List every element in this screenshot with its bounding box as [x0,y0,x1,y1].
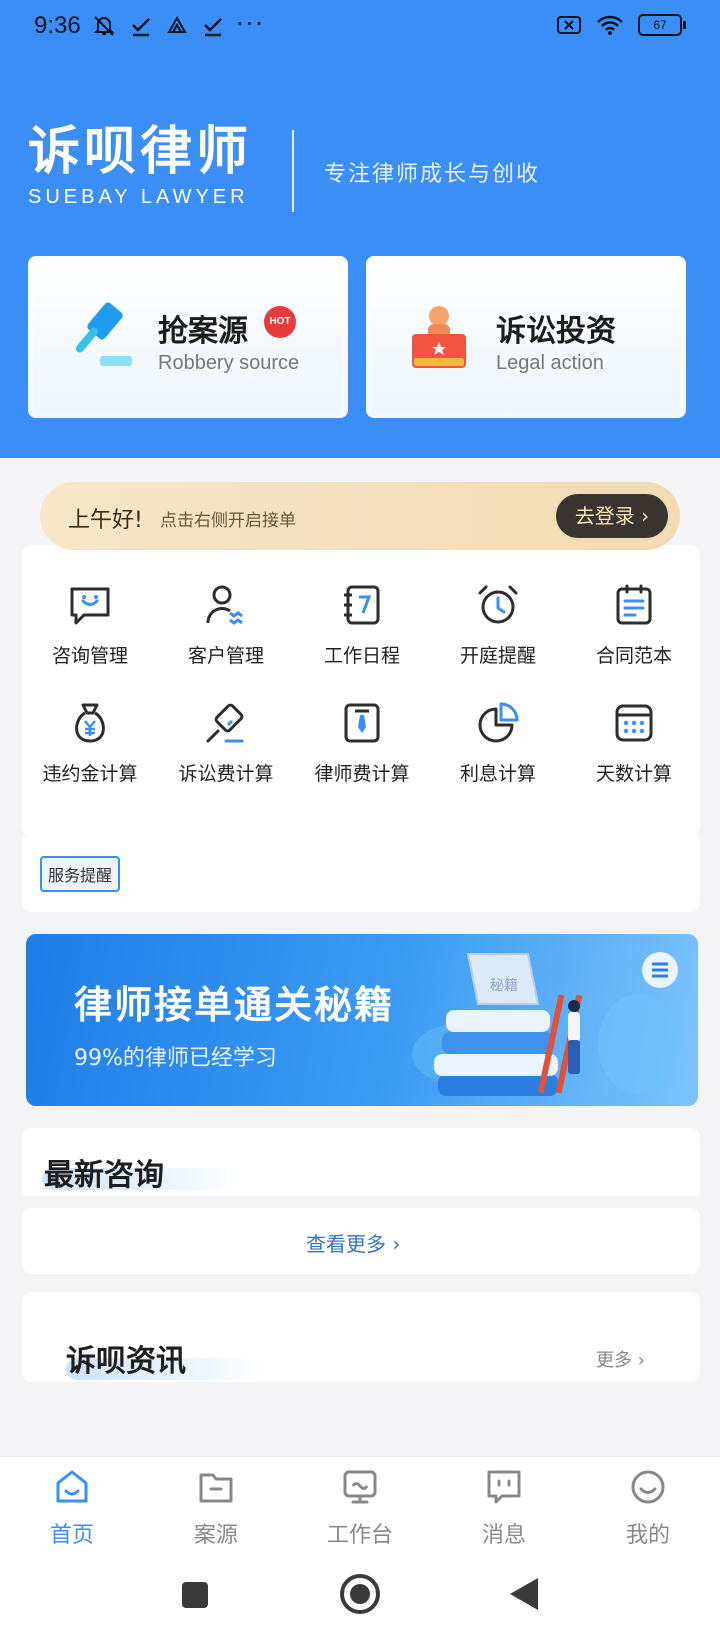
feature-title: 抢案源 [158,314,248,349]
podium-speaker-icon [412,306,466,368]
monitor-icon [343,1470,377,1504]
tab-label: 工作台 [326,1523,393,1548]
chat-smile-icon [70,587,110,625]
news-title: 诉呗资讯 [66,1344,186,1379]
feature-legal-action-card[interactable]: 诉讼投资 Legal action [366,256,686,418]
tab-label: 首页 [49,1523,94,1548]
gavel-pen-icon [206,703,244,743]
check-download-icon-2 [204,18,222,37]
service-reminder-tag[interactable]: 服务提醒 [40,856,121,892]
tool-label: 律师费计算 [314,763,410,785]
brand-logo: 诉呗律师 SUEBAY LAWYER [28,122,252,209]
battery-indicator: 67 [638,14,686,36]
banner-title: 律师接单通关秘籍 [74,983,395,1027]
promo-banner[interactable]: 律师接单通关秘籍 99%的律师已经学习 秘籍 [26,934,698,1106]
tab-case-source[interactable]: 案源 [166,1467,266,1549]
tab-label: 消息 [481,1523,526,1548]
feature-title: 诉讼投资 [496,314,616,349]
status-more: ··· [236,10,265,38]
brand-divider [292,130,294,212]
tab-workbench[interactable]: 工作台 [310,1467,410,1549]
tool-litigation-fee-calculator[interactable]: 诉讼费计算 [166,701,286,786]
calendar-grid-icon [615,704,653,742]
drive-icon [167,15,187,33]
tool-label: 咨询管理 [51,645,128,667]
message-icon [487,1470,521,1504]
tools-grid-card: 咨询管理 客户管理 工作日程 开庭提醒 合同范本 违约金计算 诉讼费计算 律师费… [22,545,700,837]
latest-consult-more-row: 查看更多 › [22,1208,700,1274]
greeting-text: 上午好! [68,508,143,533]
tool-label: 开庭提醒 [459,645,536,667]
smile-face-icon [631,1470,665,1504]
wifi-icon [597,15,623,35]
view-more-link[interactable]: 查看更多 › [306,1228,400,1257]
tool-contract-template[interactable]: 合同范本 [574,583,694,668]
brand-name: 诉呗律师 [28,122,253,182]
status-time: 9:36 [34,12,81,39]
tool-label: 合同范本 [595,645,672,667]
books-illustration: 秘籍 [412,952,678,1096]
tab-profile[interactable]: 我的 [598,1467,698,1549]
tab-label: 案源 [193,1523,238,1548]
news-more-link[interactable]: 更多 › [596,1346,645,1372]
folder-icon [199,1473,233,1503]
pie-chart-icon [478,702,519,743]
gavel-icon [75,302,132,366]
news-section: 诉呗资讯 更多 › [22,1292,700,1382]
back-icon[interactable] [506,1576,540,1612]
tool-label: 诉讼费计算 [178,763,274,785]
tool-label: 违约金计算 [42,763,138,785]
alarm-clock-icon [478,585,518,624]
tool-work-schedule[interactable]: 工作日程 [302,583,422,668]
money-bag-icon [75,703,105,743]
tool-consult-management[interactable]: 咨询管理 [30,583,150,668]
tool-penalty-calculator[interactable]: 违约金计算 [30,701,150,786]
tool-label: 利息计算 [459,763,536,785]
feature-subtitle: Legal action [496,352,604,374]
service-reminder-strip: 服务提醒 [22,836,700,912]
brand-name-en: SUEBAY LAWYER [28,186,249,208]
tool-customer-management[interactable]: 客户管理 [166,583,286,668]
tool-interest-calculator[interactable]: 利息计算 [438,701,558,786]
tool-label: 天数计算 [595,763,672,785]
customer-icon [206,585,243,625]
system-navigation-bar [0,1550,720,1650]
greeting-hint: 点击右侧开启接单 [160,511,296,531]
clipboard-icon [616,584,652,625]
feature-case-source-card[interactable]: 抢案源 HOT Robbery source [28,256,348,418]
tool-days-calculator[interactable]: 天数计算 [574,701,694,786]
status-bar: 9:36 ··· 67 [0,0,720,56]
recent-apps-icon[interactable] [180,1580,210,1610]
status-system-icons: 67 [556,14,686,36]
tab-home[interactable]: 首页 [22,1467,122,1549]
bottom-tab-bar: 首页 案源 工作台 消息 我的 [0,1456,720,1550]
home-icon [56,1470,88,1503]
lawyer-tie-icon [344,703,380,743]
tab-messages[interactable]: 消息 [454,1467,554,1549]
latest-consult-header: 最新咨询 [22,1128,700,1196]
tool-court-reminder[interactable]: 开庭提醒 [438,583,558,668]
calendar-7-icon [344,585,380,625]
no-sim-icon [557,16,581,34]
brand-slogan: 专注律师成长与创收 [324,162,541,187]
tool-label: 工作日程 [323,645,400,667]
banner-book-text: 秘籍 [490,977,518,994]
latest-consult-title: 最新咨询 [44,1158,164,1193]
check-download-icon [132,18,150,37]
greeting-bar: 上午好! 点击右侧开启接单 去登录 › [40,482,680,550]
hero-header: 9:36 ··· 67 诉呗律师 SUEBAY LAWYER 专注律师成长与创收… [0,0,720,458]
tool-label: 客户管理 [187,645,264,667]
login-button[interactable]: 去登录 › [556,494,668,538]
tab-label: 我的 [625,1523,670,1548]
home-button-icon[interactable] [338,1572,382,1616]
tool-lawyer-fee-calculator[interactable]: 律师费计算 [302,701,422,786]
feature-subtitle: Robbery source [158,352,300,374]
banner-subtitle: 99%的律师已经学习 [74,1046,277,1071]
hot-badge: HOT [264,306,296,338]
status-notification-icons [92,14,224,38]
mute-icon [93,16,115,36]
